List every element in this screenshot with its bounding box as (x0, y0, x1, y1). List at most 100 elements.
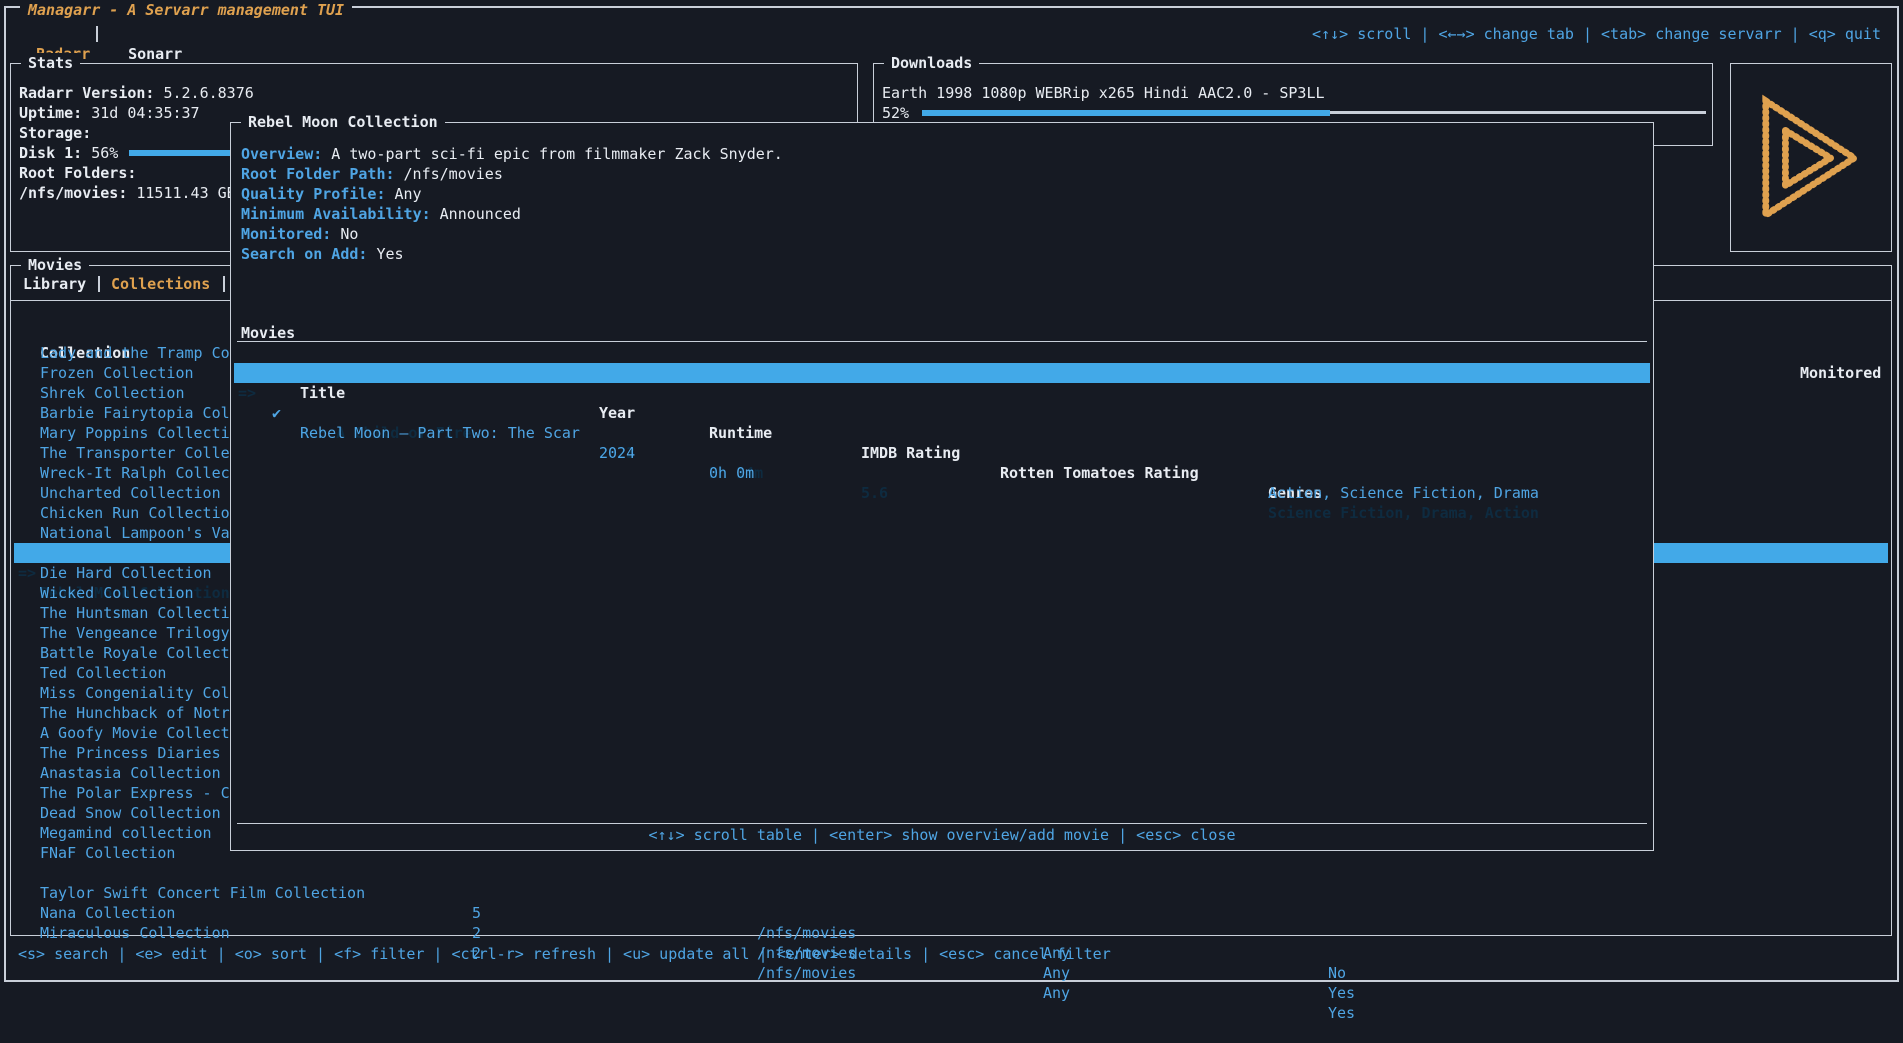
field-quality-profile-label: Quality Profile: (241, 185, 386, 203)
stat-rootfolder-label: /nfs/movies: (19, 184, 127, 202)
download-percent: 52% (882, 103, 909, 123)
collection-name: The Huntsman Collecti (40, 603, 230, 623)
movie-runtime: 0h 0m (709, 463, 754, 483)
movie-imdb-rating: 5.6 (861, 483, 888, 503)
collection-name: Mary Poppins Collecti (40, 423, 230, 443)
collection-name: Wicked Collection (40, 583, 194, 603)
collection-root-folder: /nfs/movies (757, 963, 856, 983)
field-quality-profile-value: Any (395, 185, 422, 203)
collection-name: Miraculous Collection (40, 923, 230, 943)
collection-name: Ted Collection (40, 663, 166, 683)
download-item-title: Earth 1998 1080p WEBRip x265 Hindi AAC2.… (882, 83, 1325, 103)
stat-rootfolder: /nfs/movies:11511.43 GB (19, 183, 236, 203)
field-monitored: Monitored:No (241, 224, 358, 244)
logo-panel (1730, 63, 1892, 252)
field-minimum-availability-label: Minimum Availability: (241, 205, 431, 223)
movie-year: 2024 (599, 443, 635, 463)
collection-name: Miss Congeniality Col (40, 683, 230, 703)
movie-title: Rebel Moon – Part Two: The Scar (300, 423, 580, 443)
header-runtime: Runtime (709, 423, 772, 443)
stat-uptime-label: Uptime: (19, 104, 82, 122)
bottom-help: <s> search | <e> edit | <o> sort | <f> f… (18, 944, 1111, 964)
servarr-tab-bar: Radarr (18, 24, 90, 44)
collection-row[interactable]: Miraculous Collection 2 /nfs/movies Any … (14, 903, 1888, 923)
movies-table-bottom-divider (237, 823, 1647, 824)
collection-name: Anastasia Collection (40, 763, 221, 783)
collection-name: Barbie Fairytopia Col (40, 403, 230, 423)
collection-quality-profile: Any (1043, 983, 1070, 1003)
collection-name: Chicken Run Collectio (40, 503, 230, 523)
stat-rootfolders-heading: Root Folders: (19, 163, 136, 183)
movies-table-header: ✔ Title Year Runtime IMDB Rating Rotten … (234, 343, 1650, 363)
header-rotten-tomatoes-rating: Rotten Tomatoes Rating (1000, 463, 1199, 483)
collection-name: Frozen Collection (40, 363, 194, 383)
collection-name: Shrek Collection (40, 383, 185, 403)
movie-row[interactable]: ✔ Rebel Moon – Part Two: The Scar 2024 0… (234, 383, 1650, 403)
collection-name: Uncharted Collection (40, 483, 221, 503)
collection-name: The Transporter Colle (40, 443, 230, 463)
stat-version: Radarr Version:5.2.6.8376 (19, 83, 254, 103)
tab-sonarr[interactable]: Sonarr (128, 45, 182, 63)
collection-search-on-add: Yes (1328, 983, 1355, 1003)
top-help: <↑↓> scroll | <←→> change tab | <tab> ch… (1312, 24, 1881, 44)
collection-name: Battle Royale Collect (40, 643, 230, 663)
stats-panel-title: Stats (21, 53, 80, 73)
field-overview-label: Overview: (241, 145, 322, 163)
movies-table-title-divider (237, 341, 1647, 342)
movie-check-icon: ✔ (272, 403, 281, 423)
collection-name: National Lampoon's Va (40, 523, 230, 543)
collection-quality-profile: Any (1043, 963, 1070, 983)
download-progress-gauge-fill (922, 110, 1330, 116)
movies-table-title: Movies (241, 323, 295, 343)
header-imdb-rating: IMDB Rating (861, 443, 960, 463)
modal-title: Rebel Moon Collection (241, 112, 445, 132)
field-monitored-label: Monitored: (241, 225, 331, 243)
movies-tab-divider-1 (98, 276, 100, 292)
collection-name: Megamind collection (40, 823, 212, 843)
field-overview: Overview: A two-part sci-fi epic from fil… (241, 144, 783, 164)
collection-name: Wreck-It Ralph Collec (40, 463, 230, 483)
stat-uptime: Uptime: 31d 04:35:37 (19, 103, 200, 123)
stat-uptime-value: 31d 04:35:37 (91, 104, 199, 122)
movie-genres: Science Fiction, Drama, Action (1268, 503, 1539, 523)
downloads-panel-title: Downloads (884, 53, 979, 73)
movie-row-selected[interactable]: => ✔ ne: A Child of Fire 2023 2h 14m 5.6… (234, 363, 1650, 383)
collection-root-folder: /nfs/movies (757, 923, 856, 943)
collection-name: Lady and the Tramp Co (40, 343, 230, 363)
field-root-folder-path-value: /nfs/movies (404, 165, 503, 183)
tab-library[interactable]: Library (23, 274, 86, 294)
header-year: Year (599, 403, 635, 423)
tab-sonarr-wrap: Sonarr (110, 24, 182, 44)
movies-tab-divider-2 (223, 276, 225, 292)
field-search-on-add: Search on Add: Yes (241, 244, 404, 264)
modal-help: <↑↓> scroll table | <enter> show overvie… (231, 825, 1653, 845)
managarr-logo-icon (1752, 88, 1870, 228)
field-search-on-add-value: Yes (376, 245, 403, 263)
field-minimum-availability-value: Announced (440, 205, 521, 223)
field-root-folder-path: Root Folder Path:/nfs/movies (241, 164, 503, 184)
collection-movie-count: 2 (472, 923, 481, 943)
field-search-on-add-label: Search on Add: (241, 245, 367, 263)
field-minimum-availability: Minimum Availability: Announced (241, 204, 521, 224)
stat-disk-label: Disk 1: (19, 144, 82, 162)
collection-name: Die Hard Collection (40, 563, 212, 583)
collection-row[interactable]: Nana Collection 2 /nfs/movies Any Yes (14, 883, 1888, 903)
collection-search-on-add: Yes (1328, 1003, 1355, 1023)
movies-panel-title: Movies (21, 255, 89, 275)
stat-disk: Disk 1: 56% (19, 143, 118, 163)
field-overview-value: A two-part sci-fi epic from filmmaker Za… (331, 145, 783, 163)
stat-version-value: 5.2.6.8376 (163, 84, 253, 102)
collection-name: The Hunchback of Notr (40, 703, 230, 723)
collection-name: A Goofy Movie Collect (40, 723, 230, 743)
tab-divider (96, 26, 98, 42)
download-progress-gauge (922, 111, 1706, 114)
movie-genres: Action, Science Fiction, Drama (1268, 483, 1539, 503)
stat-storage-heading: Storage: (19, 123, 91, 143)
field-quality-profile: Quality Profile: Any (241, 184, 422, 204)
collection-name: The Vengeance Trilogy (40, 623, 230, 643)
collection-row[interactable]: Taylor Swift Concert Film Collection 5 /… (14, 863, 1888, 883)
tab-collections[interactable]: Collections (111, 274, 210, 294)
collection-name: The Princess Diaries (40, 743, 221, 763)
collection-name: FNaF Collection (40, 843, 175, 863)
stat-disk-percent: 56% (91, 144, 118, 162)
